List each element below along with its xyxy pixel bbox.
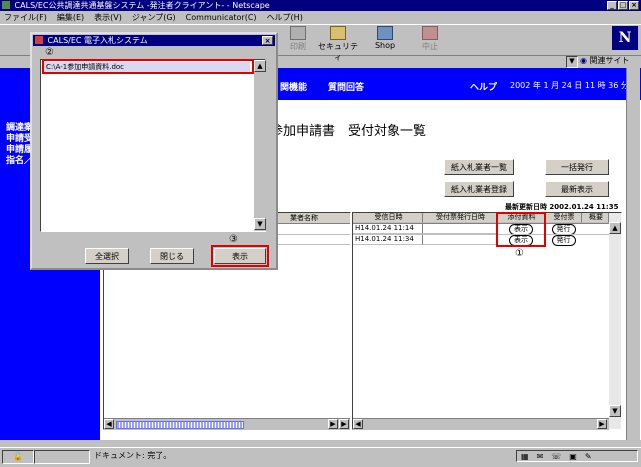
row-1-slip-cell: 発行 — [545, 224, 582, 235]
navigator-icon[interactable]: ▦ — [521, 452, 529, 461]
col-received-datetime: 受信日時 — [353, 213, 423, 223]
left-scroll-end-button[interactable]: ▶ — [339, 419, 349, 429]
print-tool[interactable]: 印刷 — [278, 26, 318, 52]
main-titlebar: CALS/EC公共調達共通基盤システム -発注者クライアント- - Netsca… — [0, 0, 641, 11]
menu-edit[interactable]: 編集(E) — [57, 12, 84, 23]
edit-icon[interactable]: ✎ — [585, 452, 592, 461]
row-2-slip-issue-button[interactable]: 発行 — [551, 235, 576, 246]
nav-help[interactable]: ヘルプ — [470, 80, 497, 93]
mail-icon[interactable]: ✉ — [537, 452, 544, 461]
bulk-issue-button[interactable]: 一括発行 — [545, 159, 609, 175]
minimize-button[interactable]: _ — [607, 1, 617, 10]
left-scroll-thumb[interactable] — [116, 421, 244, 429]
stop-tool[interactable]: 中止 — [410, 26, 450, 52]
attachment-highlight — [496, 212, 546, 247]
related-sites-icon: ◉ — [580, 56, 587, 65]
menu-communicator[interactable]: Communicator(C) — [186, 12, 257, 23]
dialog-close-text-button[interactable]: 閉じる — [150, 248, 194, 264]
composer-icon[interactable]: ▣ — [569, 452, 577, 461]
right-horizontal-scrollbar[interactable] — [353, 418, 609, 430]
current-datetime: 2002 年 1 月 24 日 11 時 36 分 — [510, 81, 629, 90]
row-2-received: H14.01.24 11:34 — [353, 235, 423, 245]
status-security-indicator[interactable]: 🔓 — [2, 450, 34, 464]
menu-file[interactable]: ファイル(F) — [4, 12, 47, 23]
grid-scroll-down-button[interactable]: ▼ — [609, 405, 621, 417]
left-scroll-right-button[interactable]: ▶ — [328, 419, 338, 429]
sidebar-item-nomination[interactable]: 指名／ — [6, 156, 33, 167]
page-vertical-scrollbar[interactable] — [626, 68, 640, 440]
row-2-slip-issued — [423, 235, 497, 245]
bid-vendor-register-button[interactable]: 紙入札業者登録 — [444, 181, 514, 197]
sidebar-item-history[interactable]: 申請履 — [6, 145, 33, 156]
sidebar-item-application[interactable]: 申請受 — [6, 134, 33, 145]
close-button[interactable]: × — [629, 1, 639, 10]
dialog-title: CALS/EC 電子入札システム — [47, 36, 148, 45]
display-button-highlight — [211, 245, 269, 267]
last-updated-text: 最新更新日時 2002.01.24 11:35 — [505, 203, 619, 211]
page-title: 参加申請書 受付対象一覧 — [270, 124, 427, 139]
newsgroup-icon[interactable]: ☏ — [551, 452, 561, 461]
row-1-received: H14.01.24 11:14 — [353, 224, 423, 234]
annotation-one: ① — [515, 248, 524, 259]
sidebar-links: 調達案 申請受 申請履 指名／ — [6, 123, 33, 167]
left-scroll-left-button[interactable]: ◀ — [104, 419, 114, 429]
menu-go[interactable]: ジャンプ(G) — [132, 12, 176, 23]
lock-icon — [330, 26, 346, 40]
menu-bar: ファイル(F) 編集(E) 表示(V) ジャンプ(G) Communicator… — [4, 12, 313, 23]
related-sites[interactable]: ◉ 関連サイト — [580, 56, 630, 66]
sidebar-item-procurement[interactable]: 調達案 — [6, 123, 33, 134]
latest-display-button[interactable]: 最新表示 — [545, 181, 609, 197]
stop-icon — [422, 26, 438, 40]
padlock-icon: 🔓 — [13, 452, 23, 461]
file-list-scroll-up[interactable]: ▲ — [254, 60, 266, 72]
printer-icon — [290, 26, 306, 40]
file-item-highlight — [42, 59, 254, 74]
menu-view[interactable]: 表示(V) — [94, 12, 122, 23]
dialog-titlebar: CALS/EC 電子入札システム — [33, 35, 275, 46]
row-1-slip-issued — [423, 224, 497, 234]
status-progress — [34, 450, 90, 464]
file-list-scroll-down[interactable]: ▼ — [254, 218, 266, 230]
file-listbox[interactable] — [40, 59, 266, 232]
menu-help[interactable]: ヘルプ(H) — [267, 12, 303, 23]
dialog-close-button[interactable]: × — [262, 36, 273, 45]
file-list-scrollbar[interactable] — [254, 60, 266, 231]
shop-tool[interactable]: Shop — [365, 26, 405, 50]
nav-function[interactable]: 関機能 — [280, 80, 307, 93]
annotation-three: ③ — [229, 234, 238, 245]
right-scroll-right-button[interactable]: ▶ — [597, 419, 607, 429]
window-title: CALS/EC公共調達共通基盤システム -発注者クライアント- - Netsca… — [14, 1, 270, 10]
netscape-app-icon — [2, 1, 10, 9]
nav-qa[interactable]: 質問回答 — [328, 80, 364, 93]
grid-vertical-scrollbar[interactable] — [609, 213, 621, 429]
col-slip-issued-datetime: 受付票発行日時 — [423, 213, 497, 223]
row-2-slip-cell: 発行 — [545, 235, 582, 246]
dialog-app-icon — [35, 36, 43, 44]
col-summary: 概要 — [582, 213, 609, 223]
vendor-name-header: 業者名称 — [290, 214, 318, 222]
bid-vendor-list-button[interactable]: 紙入札業者一覧 — [444, 159, 514, 175]
location-dropdown-button[interactable]: ▼ — [566, 56, 578, 68]
maximize-button[interactable]: □ — [618, 1, 628, 10]
annotation-two: ② — [45, 47, 54, 58]
shop-icon — [377, 26, 393, 40]
status-text: ドキュメント: 完了。 — [94, 451, 172, 460]
grid-scroll-up-button[interactable]: ▲ — [609, 222, 621, 234]
netscape-logo: N — [612, 26, 638, 50]
select-all-button[interactable]: 全選択 — [85, 248, 129, 264]
right-scroll-left-button[interactable]: ◀ — [353, 419, 363, 429]
col-receipt-slip: 受付票 — [545, 213, 582, 223]
status-component-bar: ▦ ✉ ☏ ▣ ✎ — [516, 450, 638, 462]
